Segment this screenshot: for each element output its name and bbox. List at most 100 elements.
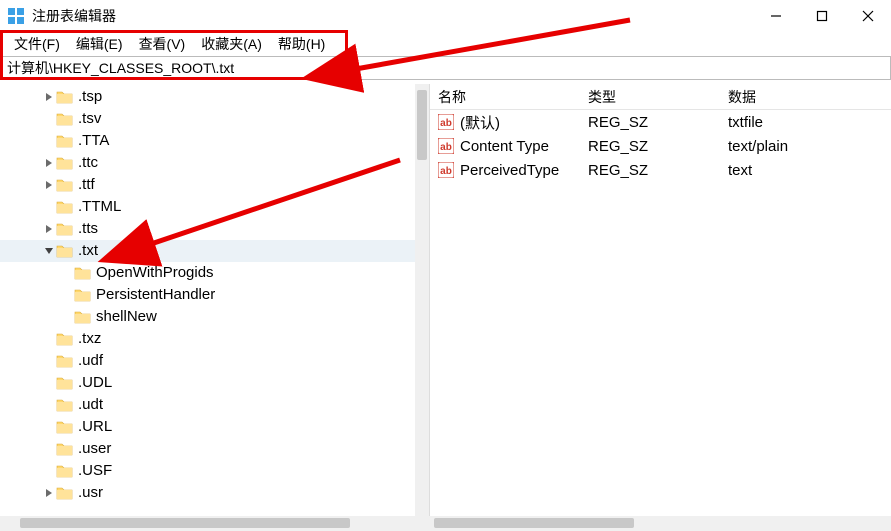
tree-item-label: PersistentHandler: [96, 284, 215, 306]
tree-item[interactable]: .tsp: [0, 86, 429, 108]
tree-item-label: .udf: [78, 350, 103, 372]
folder-icon: [56, 419, 74, 435]
tree-item-label: .USF: [78, 460, 112, 482]
tree-item-label: .URL: [78, 416, 112, 438]
folder-icon: [56, 221, 74, 237]
tree-item-label: .txt: [78, 240, 98, 262]
tree-item-label: .ttf: [78, 174, 95, 196]
address-input[interactable]: [0, 56, 891, 80]
tree-item[interactable]: shellNew: [0, 306, 429, 328]
tree-item[interactable]: .ttf: [0, 174, 429, 196]
scrollbar-thumb[interactable]: [417, 90, 427, 160]
tree-item[interactable]: .UDL: [0, 372, 429, 394]
folder-icon: [56, 353, 74, 369]
tree-item-label: .TTML: [78, 196, 121, 218]
menu-edit[interactable]: 编辑(E): [68, 32, 131, 56]
tree-item-label: .UDL: [78, 372, 112, 394]
string-value-icon: [438, 138, 454, 154]
tree-item[interactable]: .TTML: [0, 196, 429, 218]
value-data: txtfile: [720, 114, 891, 131]
tree-item[interactable]: .user: [0, 438, 429, 460]
maximize-button[interactable]: [799, 0, 845, 32]
registry-editor-window: 注册表编辑器 文件(F) 编辑(E) 查看(V) 收藏夹(A) 帮助(H): [0, 0, 891, 531]
folder-icon: [56, 397, 74, 413]
tree-item[interactable]: .ttc: [0, 152, 429, 174]
value-name: (默认): [460, 112, 500, 133]
chevron-right-icon[interactable]: [42, 159, 56, 167]
folder-icon: [56, 89, 74, 105]
title-bar: 注册表编辑器: [0, 0, 891, 32]
folder-icon: [74, 265, 92, 281]
folder-icon: [74, 309, 92, 325]
tree-item[interactable]: PersistentHandler: [0, 284, 429, 306]
folder-icon: [56, 375, 74, 391]
folder-icon: [74, 287, 92, 303]
close-button[interactable]: [845, 0, 891, 32]
tree-item-label: .txz: [78, 328, 101, 350]
values-panel: 名称 类型 数据 (默认)REG_SZtxtfileContent TypeRE…: [430, 84, 891, 516]
folder-icon: [56, 199, 74, 215]
horizontal-scrollbars: [0, 516, 891, 531]
address-bar-container: [0, 56, 891, 84]
value-row[interactable]: (默认) REG_SZtxtfile: [430, 110, 891, 134]
tree-item[interactable]: .TTA: [0, 130, 429, 152]
tree-vertical-scrollbar[interactable]: [415, 84, 429, 516]
column-header-type[interactable]: 类型: [580, 87, 720, 107]
tree-item[interactable]: .txt: [0, 240, 429, 262]
tree-item[interactable]: .udt: [0, 394, 429, 416]
folder-icon: [56, 133, 74, 149]
values-list[interactable]: (默认)REG_SZtxtfileContent TypeREG_SZtext/…: [430, 110, 891, 516]
string-value-icon: [438, 162, 454, 178]
chevron-down-icon[interactable]: [42, 247, 56, 255]
content-area: .tsp.tsv.TTA.ttc.ttf.TTML.tts.txtOpenWit…: [0, 84, 891, 516]
value-type: REG_SZ: [580, 114, 720, 131]
menu-help[interactable]: 帮助(H): [270, 32, 333, 56]
value-type: REG_SZ: [580, 162, 720, 179]
minimize-button[interactable]: [753, 0, 799, 32]
window-title: 注册表编辑器: [32, 6, 753, 26]
chevron-right-icon[interactable]: [42, 225, 56, 233]
value-row[interactable]: Content TypeREG_SZtext/plain: [430, 134, 891, 158]
value-data: text/plain: [720, 138, 891, 155]
tree-item[interactable]: .udf: [0, 350, 429, 372]
registry-tree[interactable]: .tsp.tsv.TTA.ttc.ttf.TTML.tts.txtOpenWit…: [0, 84, 429, 506]
tree-item-label: .user: [78, 438, 111, 460]
tree-item-label: .udt: [78, 394, 103, 416]
folder-icon: [56, 243, 74, 259]
folder-icon: [56, 155, 74, 171]
tree-item-label: .tsp: [78, 86, 102, 108]
tree-item[interactable]: .usr: [0, 482, 429, 504]
tree-item[interactable]: OpenWithProgids: [0, 262, 429, 284]
column-header-data[interactable]: 数据: [720, 87, 891, 107]
tree-item-label: .tts: [78, 218, 98, 240]
tree-item-label: .ttc: [78, 152, 98, 174]
scrollbar-thumb[interactable]: [434, 518, 634, 528]
tree-item-label: OpenWithProgids: [96, 262, 214, 284]
menu-bar: 文件(F) 编辑(E) 查看(V) 收藏夹(A) 帮助(H): [0, 32, 891, 56]
folder-icon: [56, 485, 74, 501]
tree-item[interactable]: .USF: [0, 460, 429, 482]
tree-item-label: shellNew: [96, 306, 157, 328]
tree-item-label: .TTA: [78, 130, 109, 152]
column-header-name[interactable]: 名称: [430, 87, 580, 107]
menu-file[interactable]: 文件(F): [6, 32, 68, 56]
value-row[interactable]: PerceivedTypeREG_SZtext: [430, 158, 891, 182]
folder-icon: [56, 441, 74, 457]
tree-item-label: .tsv: [78, 108, 101, 130]
values-horizontal-scrollbar[interactable]: [430, 516, 891, 531]
chevron-right-icon[interactable]: [42, 93, 56, 101]
chevron-right-icon[interactable]: [42, 489, 56, 497]
tree-item[interactable]: .txz: [0, 328, 429, 350]
chevron-right-icon[interactable]: [42, 181, 56, 189]
tree-item[interactable]: .tts: [0, 218, 429, 240]
tree-item[interactable]: .tsv: [0, 108, 429, 130]
tree-item[interactable]: .URL: [0, 416, 429, 438]
folder-icon: [56, 111, 74, 127]
tree-horizontal-scrollbar[interactable]: [0, 516, 430, 531]
value-type: REG_SZ: [580, 138, 720, 155]
menu-favorites[interactable]: 收藏夹(A): [193, 32, 270, 56]
folder-icon: [56, 463, 74, 479]
menu-view[interactable]: 查看(V): [131, 32, 194, 56]
values-header: 名称 类型 数据: [430, 84, 891, 110]
scrollbar-thumb[interactable]: [20, 518, 350, 528]
